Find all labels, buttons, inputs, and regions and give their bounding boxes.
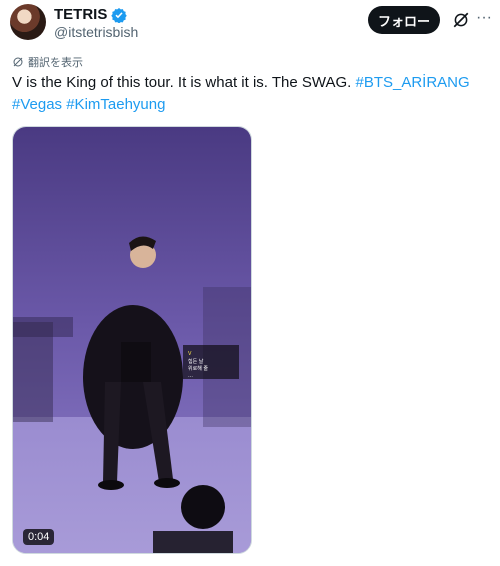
lyric-line: V [188,351,192,357]
video-player[interactable]: V 힘든 날 위로해 줄 … 0:04 [12,126,252,554]
translate-icon [13,57,23,67]
author-handle[interactable]: @itstetrisbish [54,24,138,40]
tweet-body: V is the King of this tour. It is what i… [12,74,356,91]
translate-label[interactable]: 翻訳を表示 [28,54,83,70]
hashtag-link[interactable]: #BTS_ARİRANG [355,74,469,91]
lyric-line: 위로해 줄 [188,365,208,372]
grok-icon[interactable] [452,11,470,29]
more-icon[interactable]: ··· [476,8,492,28]
author-name-row[interactable]: TETRIS [54,6,128,23]
hashtag-link[interactable]: #KimTaehyung [66,96,165,113]
author-display-name[interactable]: TETRIS [54,6,107,23]
tweet-text: V is the King of this tour. It is what i… [12,72,488,116]
translate-link[interactable]: 翻訳を表示 [12,54,83,70]
verified-badge-icon [111,7,128,23]
follow-button[interactable]: フォロー [368,6,440,34]
hashtag-link[interactable]: #Vegas [12,96,62,113]
video-frame: V 힘든 날 위로해 줄 … [13,127,251,553]
lyric-line: 힘든 날 [188,358,204,365]
author-avatar[interactable] [10,4,46,40]
video-duration-badge: 0:04 [23,529,55,545]
lyric-line: … [188,373,193,379]
